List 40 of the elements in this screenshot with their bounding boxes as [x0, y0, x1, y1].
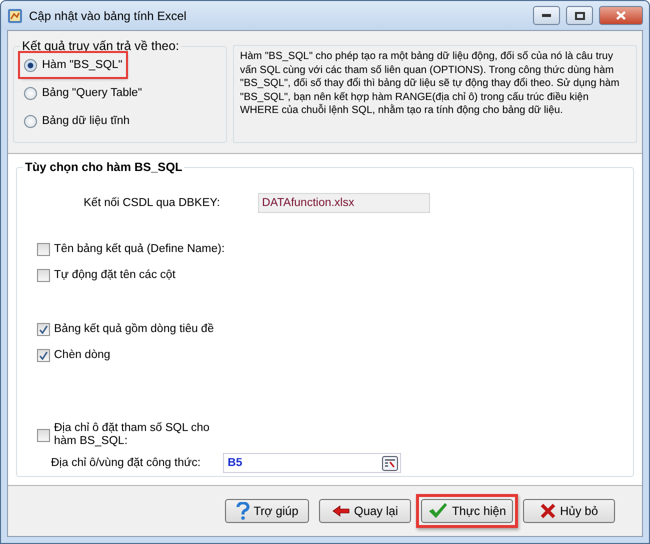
minimize-icon: [542, 14, 551, 17]
group-title: Tùy chọn cho hàm BS_SQL: [24, 160, 184, 174]
help-button[interactable]: Trợ giúp: [225, 499, 309, 523]
checkbox-option[interactable]: Bảng kết quả gồm dòng tiêu đề: [37, 318, 633, 340]
radio-button[interactable]: [24, 86, 37, 100]
ok-button[interactable]: Thực hiện: [421, 499, 513, 523]
minimize-button[interactable]: [533, 6, 560, 25]
radio-option[interactable]: Hàm "BS_SQL": [20, 53, 126, 77]
maximize-icon: [574, 12, 584, 20]
checkbox[interactable]: [37, 322, 50, 336]
checkbox-option[interactable]: Tên bảng kết quả (Define Name):: [37, 238, 633, 260]
checkbox-option[interactable]: Địa chỉ ô đặt tham số SQL cho hàm BS_SQL:: [37, 422, 633, 448]
range-picker-icon[interactable]: [382, 456, 398, 470]
app-icon: [7, 8, 23, 24]
window-title: Cập nhật vào bảng tính Excel: [29, 8, 188, 22]
back-button[interactable]: Quay lại: [319, 499, 411, 523]
range-field[interactable]: B5: [222, 453, 401, 473]
radio-button[interactable]: [24, 114, 37, 128]
group-title: Kết quả truy vấn trả về theo:: [21, 39, 180, 53]
close-icon: [616, 11, 626, 20]
checkbox[interactable]: [37, 268, 50, 282]
dbkey-field[interactable]: DATAfunction.xlsx: [258, 193, 430, 213]
radio-option[interactable]: Bảng dữ liệu tĩnh: [20, 109, 134, 133]
question-icon: [236, 502, 250, 520]
maximize-button[interactable]: [566, 6, 593, 25]
left-arrow-icon: [332, 505, 350, 517]
checkbox[interactable]: [37, 242, 50, 256]
checkbox[interactable]: [37, 428, 50, 442]
checkbox-option[interactable]: Tự động đặt tên các cột: [37, 264, 633, 286]
checkbox-option[interactable]: Chèn dòng: [37, 344, 633, 366]
radio-button[interactable]: [24, 58, 37, 72]
checkmark-icon: [428, 503, 448, 519]
close-button[interactable]: [599, 6, 643, 25]
checkbox[interactable]: [37, 348, 50, 362]
field-label: Kết nối CSDL qua DBKEY:: [82, 197, 220, 209]
radio-option[interactable]: Bảng "Query Table": [20, 81, 146, 105]
description-text: Hàm "BS_SQL" cho phép tạo ra một bảng dữ liệu động, đối số của nó là câu truy vấn SQL cùng với các tham số liên quan (OPTIONS). Trong công thức dùng hàm "BS_SQL", đối số thay đổi thì bảng dữ liệu sẽ tự động thay đổi theo. Sử dụng hàm "BS_SQL", bạn nên kết hợp hàm RANGE(địa chỉ ô) trong cấu trúc điều kiện WHERE của chuỗi lệnh SQL, nhằm tạo ra tính động cho bảng dữ liệu.: [233, 45, 637, 143]
cancel-button[interactable]: Hủy bỏ: [523, 499, 615, 523]
field-label: Địa chỉ ô/vùng đặt công thức:: [51, 457, 201, 469]
cross-icon: [540, 503, 556, 519]
